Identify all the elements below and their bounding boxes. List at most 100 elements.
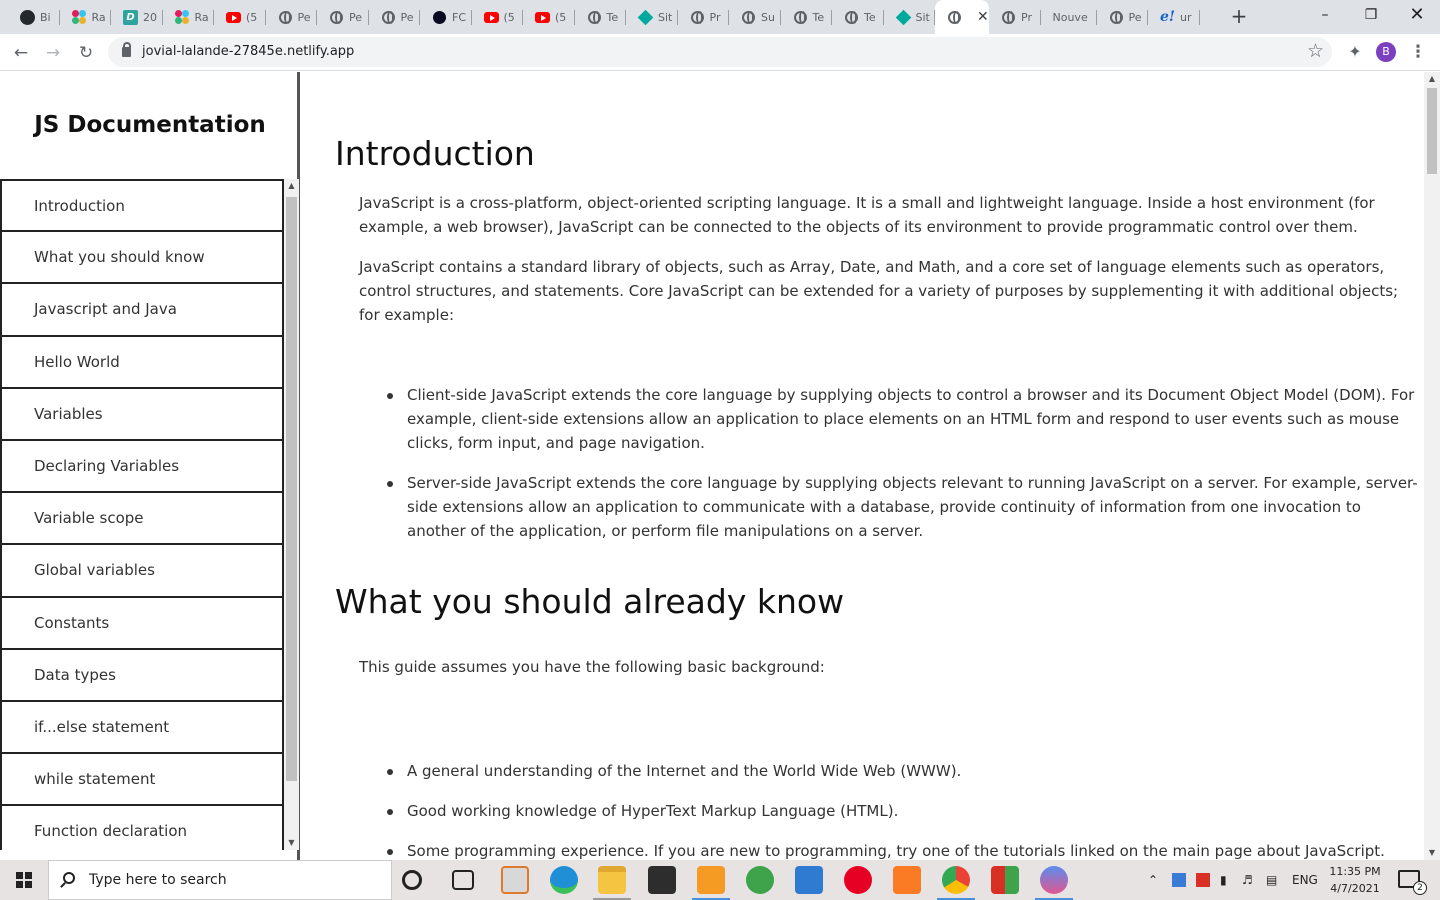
browser-tab[interactable]: Nouve — [1041, 4, 1097, 30]
browser-tab[interactable]: Bi — [8, 4, 60, 30]
lock-icon[interactable] — [122, 42, 131, 57]
list-item: A general understanding of the Internet … — [359, 759, 1419, 783]
extensions-icon[interactable]: ✦ — [1344, 41, 1366, 63]
bookmark-star-icon[interactable]: ☆ — [1307, 40, 1324, 62]
browser-tab[interactable]: Pe — [1097, 4, 1148, 30]
list-item: Client-side JavaScript extends the core … — [359, 383, 1419, 455]
nav-link[interactable]: Function declaration — [0, 805, 284, 850]
browser-tab[interactable]: (5 — [523, 4, 575, 30]
app-icon[interactable] — [991, 866, 1019, 894]
edge-browser-icon[interactable] — [550, 866, 578, 894]
tab-label: Ra — [91, 10, 106, 24]
nav-link[interactable]: Javascript and Java — [0, 283, 284, 336]
browser-tab[interactable]: (5 — [214, 4, 266, 30]
cortana-icon[interactable] — [402, 870, 422, 890]
browser-tab[interactable]: Ra — [163, 4, 214, 30]
browser-tab[interactable]: (5 — [472, 4, 523, 30]
tab-label: Nouve — [1052, 10, 1088, 24]
sublime-text-icon[interactable] — [697, 866, 725, 894]
browser-tab[interactable]: Ra — [60, 4, 111, 30]
browser-tab[interactable]: ✕ — [935, 0, 989, 34]
chrome-icon[interactable] — [942, 866, 970, 894]
scroll-down-arrow-icon[interactable]: ▼ — [284, 836, 299, 850]
notification-icon[interactable]: 2 — [1398, 870, 1427, 895]
browser-tab[interactable]: e! ur — [1148, 4, 1200, 30]
nav-link[interactable]: Data types — [0, 648, 284, 701]
nav-link[interactable]: if...else statement — [0, 700, 284, 754]
nav-link[interactable]: Global variables — [0, 544, 284, 597]
file-explorer-icon[interactable] — [598, 866, 626, 894]
tab-label: (5 — [503, 10, 515, 24]
nav-link[interactable]: What you should know — [0, 231, 284, 284]
list-item: Some programming experience. If you are … — [359, 839, 1419, 860]
paint-app-icon[interactable] — [1040, 866, 1068, 894]
volume-icon[interactable]: ♬ — [1242, 860, 1253, 900]
forward-button[interactable]: → — [40, 40, 66, 66]
page-scroll-thumb[interactable] — [1427, 88, 1437, 174]
browser-tab[interactable]: Te — [575, 4, 626, 30]
task-view-icon[interactable] — [452, 870, 474, 890]
windows-logo-icon — [16, 872, 32, 888]
network-icon[interactable]: ▤ — [1266, 860, 1277, 900]
nav-link[interactable]: Introduction — [0, 179, 284, 232]
browser-tab[interactable]: FC — [420, 4, 472, 30]
browser-tab[interactable]: Pe — [266, 4, 317, 30]
nav-link[interactable]: Declaring Variables — [0, 439, 284, 493]
url-text[interactable]: jovial-lalande-27845e.netlify.app — [142, 44, 354, 59]
store-icon[interactable] — [648, 866, 676, 894]
nav-link[interactable]: while statement — [0, 753, 284, 806]
tray-app-icon[interactable] — [1196, 873, 1210, 887]
browser-tab[interactable]: Sit — [884, 4, 935, 30]
browser-tab[interactable]: Pe — [317, 4, 369, 30]
mail-icon[interactable] — [795, 866, 823, 894]
restore-button[interactable]: ❐ — [1348, 0, 1394, 30]
page-scrollbar[interactable]: ▲ ▼ — [1424, 72, 1440, 860]
taskbar-search[interactable]: Type here to search — [48, 860, 392, 900]
slack-icon — [71, 9, 87, 25]
nav-link[interactable]: Variable scope — [0, 492, 284, 545]
close-window-button[interactable]: ✕ — [1394, 0, 1440, 30]
browser-tab[interactable]: Su — [729, 4, 781, 30]
reload-button[interactable]: ↻ — [73, 40, 99, 66]
pinterest-icon[interactable] — [844, 866, 872, 894]
browser-tab[interactable]: Sit — [626, 4, 678, 30]
main-doc: Introduction JavaScript is a cross-platf… — [303, 72, 1423, 860]
back-button[interactable]: ← — [8, 40, 34, 66]
browser-tab[interactable]: Pe — [369, 4, 420, 30]
diamond-icon — [637, 9, 654, 25]
scroll-up-arrow-icon[interactable]: ▲ — [1424, 72, 1440, 86]
nav-scrollbar[interactable]: ▲ ▼ — [284, 179, 299, 850]
clock[interactable]: 11:35 PM 4/7/2021 — [1322, 863, 1388, 897]
tab-label: (5 — [555, 10, 567, 24]
minimize-button[interactable]: – — [1302, 0, 1348, 30]
browser-tab[interactable]: Pr — [678, 4, 729, 30]
browser-tab[interactable]: Te — [832, 4, 884, 30]
browser-menu-icon[interactable]: ⋮ — [1408, 41, 1428, 63]
nav-link[interactable]: Variables — [0, 387, 284, 440]
tray-app-icon[interactable] — [1172, 873, 1186, 887]
browser-tab[interactable]: Pr — [989, 4, 1041, 30]
battery-icon[interactable]: ▮ — [1220, 860, 1227, 900]
search-placeholder[interactable]: Type here to search — [89, 872, 227, 888]
show-hidden-icons-icon[interactable]: ⌃ — [1148, 860, 1158, 900]
browser-tab[interactable]: Te — [781, 4, 832, 30]
globe-icon — [381, 10, 396, 25]
start-button[interactable] — [0, 860, 48, 900]
browser-tab[interactable]: D 20 — [111, 4, 163, 30]
profile-avatar[interactable]: B — [1376, 42, 1396, 62]
scroll-down-arrow-icon[interactable]: ▼ — [1424, 846, 1440, 860]
nav-scroll-thumb[interactable] — [286, 197, 297, 781]
android-studio-icon[interactable] — [746, 866, 774, 894]
nav-bar: JS Documentation Introduction What you sh… — [0, 72, 300, 860]
tab-label: Su — [761, 10, 775, 24]
tab-close-icon[interactable]: ✕ — [977, 9, 989, 25]
scroll-up-arrow-icon[interactable]: ▲ — [284, 179, 299, 193]
list-item: Server-side JavaScript extends the core … — [359, 471, 1419, 543]
xampp-icon[interactable] — [893, 866, 921, 894]
nav-link[interactable]: Hello World — [0, 335, 284, 388]
nav-link[interactable]: Constants — [0, 596, 284, 649]
address-bar[interactable]: jovial-lalande-27845e.netlify.app ☆ — [108, 37, 1332, 67]
language-indicator[interactable]: ENG — [1292, 860, 1318, 900]
media-player-icon[interactable] — [501, 866, 529, 894]
new-tab-button[interactable]: + — [1228, 5, 1250, 27]
